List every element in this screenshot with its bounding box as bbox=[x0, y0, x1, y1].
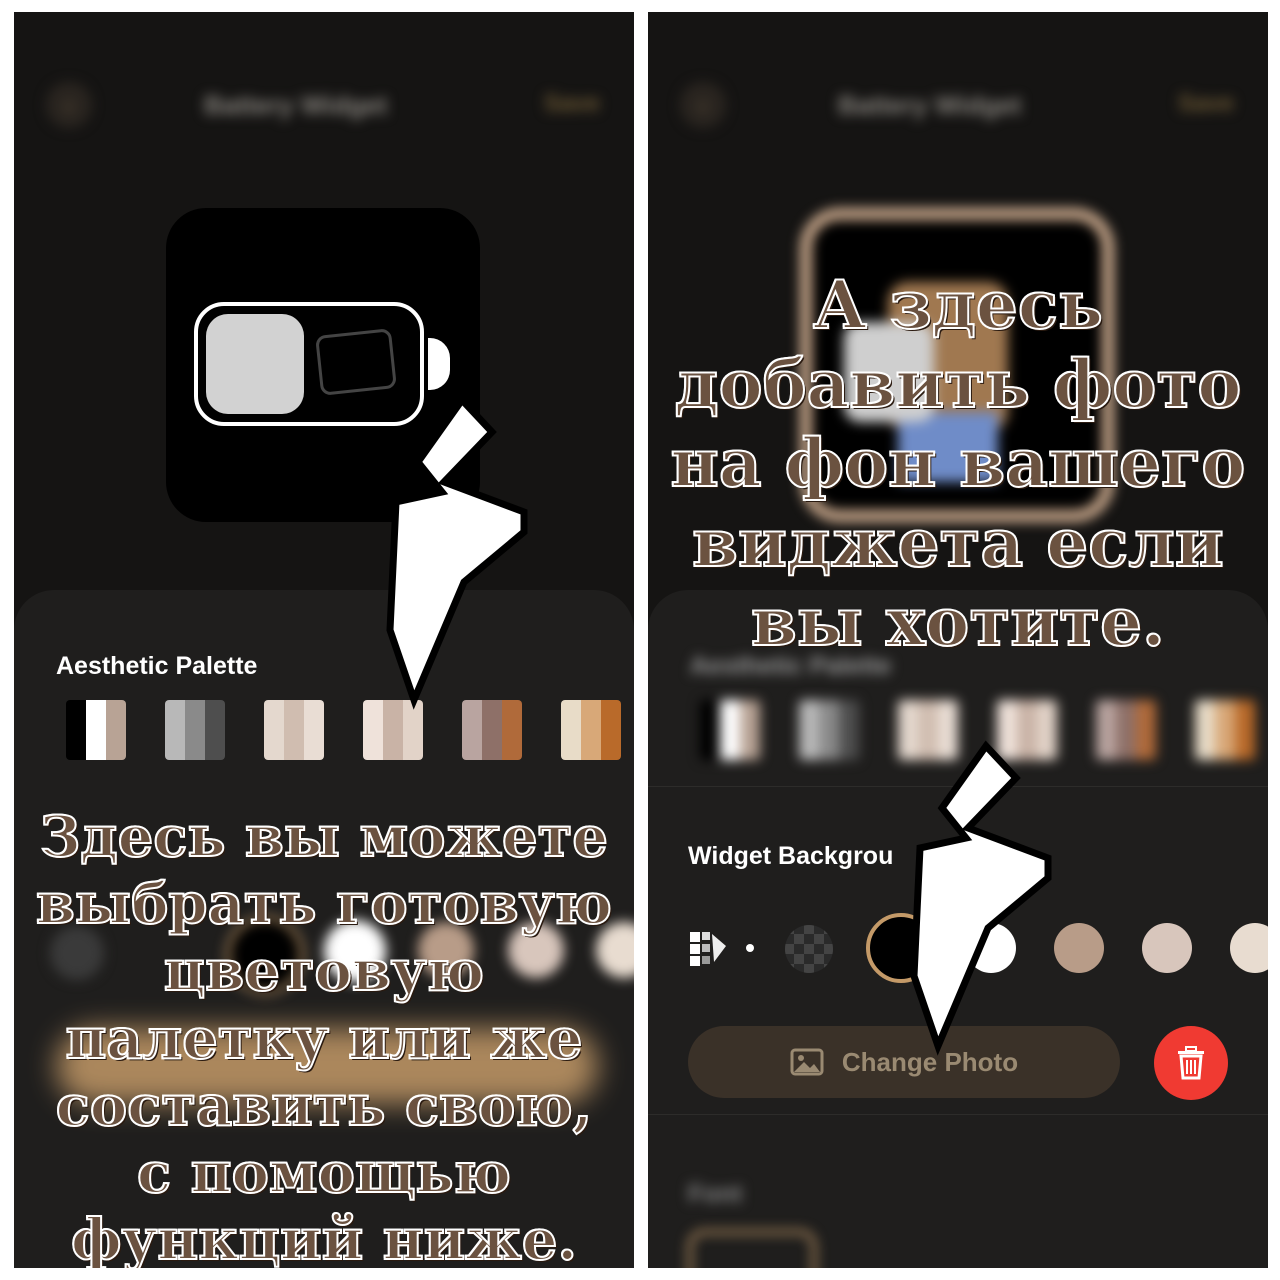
trash-icon bbox=[1178, 1046, 1204, 1080]
instruction-caption-right: А здесь добавить фото на фон вашего видж… bbox=[670, 265, 1247, 662]
palette-swatch[interactable] bbox=[165, 700, 225, 760]
save-button[interactable]: Save bbox=[544, 90, 600, 118]
background-color-option[interactable] bbox=[1230, 923, 1268, 973]
palette-swatch[interactable] bbox=[66, 700, 126, 760]
back-button[interactable]: ‹ bbox=[680, 82, 726, 128]
font-option[interactable] bbox=[688, 1230, 816, 1268]
cursor-arrow-icon bbox=[910, 740, 1052, 1056]
gradient-icon[interactable] bbox=[688, 928, 728, 968]
delete-photo-button[interactable] bbox=[1154, 1026, 1228, 1100]
palette-swatch[interactable] bbox=[700, 700, 760, 760]
palette-swatch[interactable] bbox=[561, 700, 621, 760]
screen-title: Battery Widget bbox=[838, 90, 1022, 120]
top-bar: ‹ Battery Widget Save bbox=[14, 74, 634, 134]
left-screenshot: ‹ Battery Widget Save Aesthetic Palette … bbox=[14, 12, 634, 1268]
palette-swatch[interactable] bbox=[264, 700, 324, 760]
top-bar: ‹ Battery Widget Save bbox=[648, 74, 1268, 134]
palette-swatch[interactable] bbox=[1195, 700, 1255, 760]
screen-title: Battery Widget bbox=[204, 90, 388, 120]
section-divider bbox=[648, 1114, 1268, 1115]
transparent-checker-icon[interactable] bbox=[784, 924, 834, 974]
cursor-arrow-icon bbox=[386, 394, 528, 710]
battery-level-fill bbox=[206, 314, 304, 414]
right-screenshot: ‹ Battery Widget Save Aesthetic Palette … bbox=[648, 12, 1268, 1268]
background-color-option[interactable] bbox=[1142, 923, 1192, 973]
palette-swatch[interactable] bbox=[1096, 700, 1156, 760]
instruction-caption-left: Здесь вы можете выбрать готовую цветовую… bbox=[35, 803, 613, 1268]
widget-background-label: Widget Backgrou bbox=[688, 842, 894, 870]
font-section-label: Font bbox=[688, 1180, 743, 1208]
image-icon bbox=[790, 1048, 824, 1076]
back-button[interactable]: ‹ bbox=[46, 82, 92, 128]
palette-section-label: Aesthetic Palette bbox=[56, 652, 258, 680]
palette-swatch[interactable] bbox=[799, 700, 859, 760]
save-button[interactable]: Save bbox=[1178, 90, 1234, 118]
dot-separator bbox=[746, 944, 754, 952]
